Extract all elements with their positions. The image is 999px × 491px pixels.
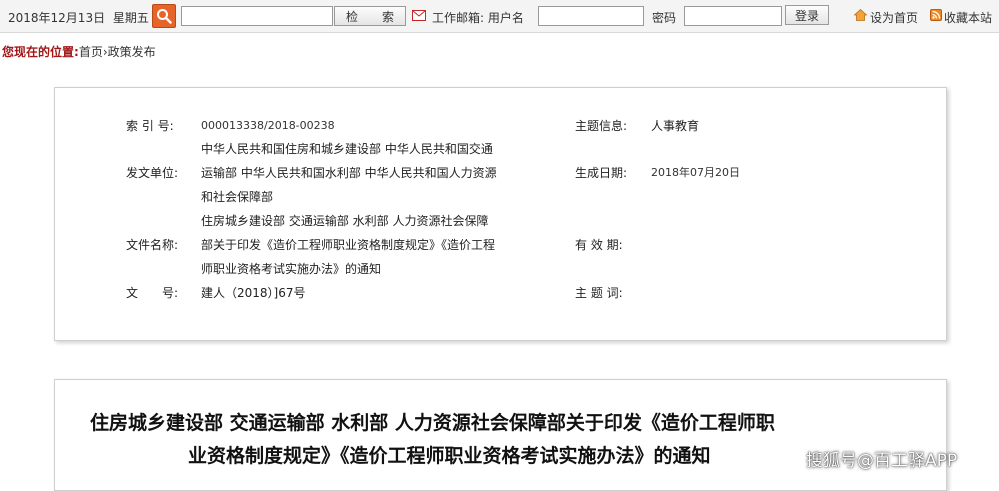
issuer-line: 中华人民共和国住房和城乡建设部 中华人民共和国交通 — [201, 142, 493, 156]
issuer-line: 运输部 中华人民共和国水利部 中华人民共和国人力资源 — [201, 166, 497, 180]
weekday-text: 星期五 — [112, 11, 149, 25]
mail-icon — [412, 10, 426, 21]
date-text: 2018年12月13日 — [8, 11, 106, 25]
topic-label: 主题信息: — [575, 119, 628, 133]
password-input[interactable] — [684, 6, 782, 26]
index-value: 000013338/2018-00238 — [201, 119, 335, 132]
doc-number-label: 文 号: — [126, 286, 179, 300]
watermark: 搜狐号@百工驿APP — [806, 451, 958, 471]
file-name-label: 文件名称: — [126, 238, 179, 252]
search-icon-button[interactable] — [152, 4, 176, 28]
date-label: 生成日期: — [575, 166, 628, 180]
document-title-line: 住房城乡建设部 交通运输部 水利部 人力资源社会保障部关于印发《造价工程师职 — [90, 412, 775, 434]
topic-value: 人事教育 — [651, 119, 700, 133]
bookmark-site-link[interactable]: 收藏本站 — [944, 9, 992, 26]
login-button[interactable]: 登录 — [785, 5, 829, 25]
issuer-label: 发文单位: — [126, 166, 179, 180]
date-value: 2018年07月20日 — [651, 166, 740, 179]
index-label: 索 引 号: — [126, 119, 174, 133]
search-input[interactable] — [181, 6, 333, 26]
current-date: 2018年12月13日 星期五 — [8, 9, 149, 26]
bookmark-icon — [930, 9, 942, 21]
subject-words-label: 主 题 词: — [575, 286, 623, 300]
username-input[interactable] — [538, 6, 644, 26]
search-button[interactable]: 检 索 — [334, 6, 406, 26]
document-info-panel: 索 引 号: 000013338/2018-00238 主题信息: 人事教育 中… — [54, 87, 947, 341]
password-label: 密码 — [652, 11, 677, 25]
issuer-line: 和社会保障部 — [201, 190, 274, 204]
search-icon — [157, 9, 172, 24]
file-name-line: 住房城乡建设部 交通运输部 水利部 人力资源社会保障 — [201, 214, 489, 228]
breadcrumb-path[interactable]: 首页›政策发布 — [79, 45, 156, 59]
mail-username-label: 工作邮箱: 用户名 — [432, 11, 524, 25]
top-bar: 2018年12月13日 星期五 检 索 工作邮箱: 用户名 密码 登录 设为首页… — [0, 0, 999, 33]
file-name-line: 部关于印发《造价工程师职业资格制度规定》《造价工程 — [201, 238, 496, 252]
breadcrumb-label: 您现在的位置: — [2, 45, 79, 59]
document-title-line: 业资格制度规定》《造价工程师职业资格考试实施办法》的通知 — [188, 445, 711, 467]
file-name-line: 师职业资格考试实施办法》的通知 — [201, 262, 382, 276]
home-icon — [854, 9, 867, 21]
validity-label: 有 效 期: — [575, 238, 623, 252]
breadcrumb: 您现在的位置:首页›政策发布 — [2, 43, 156, 60]
doc-number-value: 建人（2018）]67号 — [201, 286, 306, 300]
document-title-panel: 住房城乡建设部 交通运输部 水利部 人力资源社会保障部关于印发《造价工程师职 业… — [54, 379, 947, 491]
set-homepage-link[interactable]: 设为首页 — [870, 9, 918, 26]
